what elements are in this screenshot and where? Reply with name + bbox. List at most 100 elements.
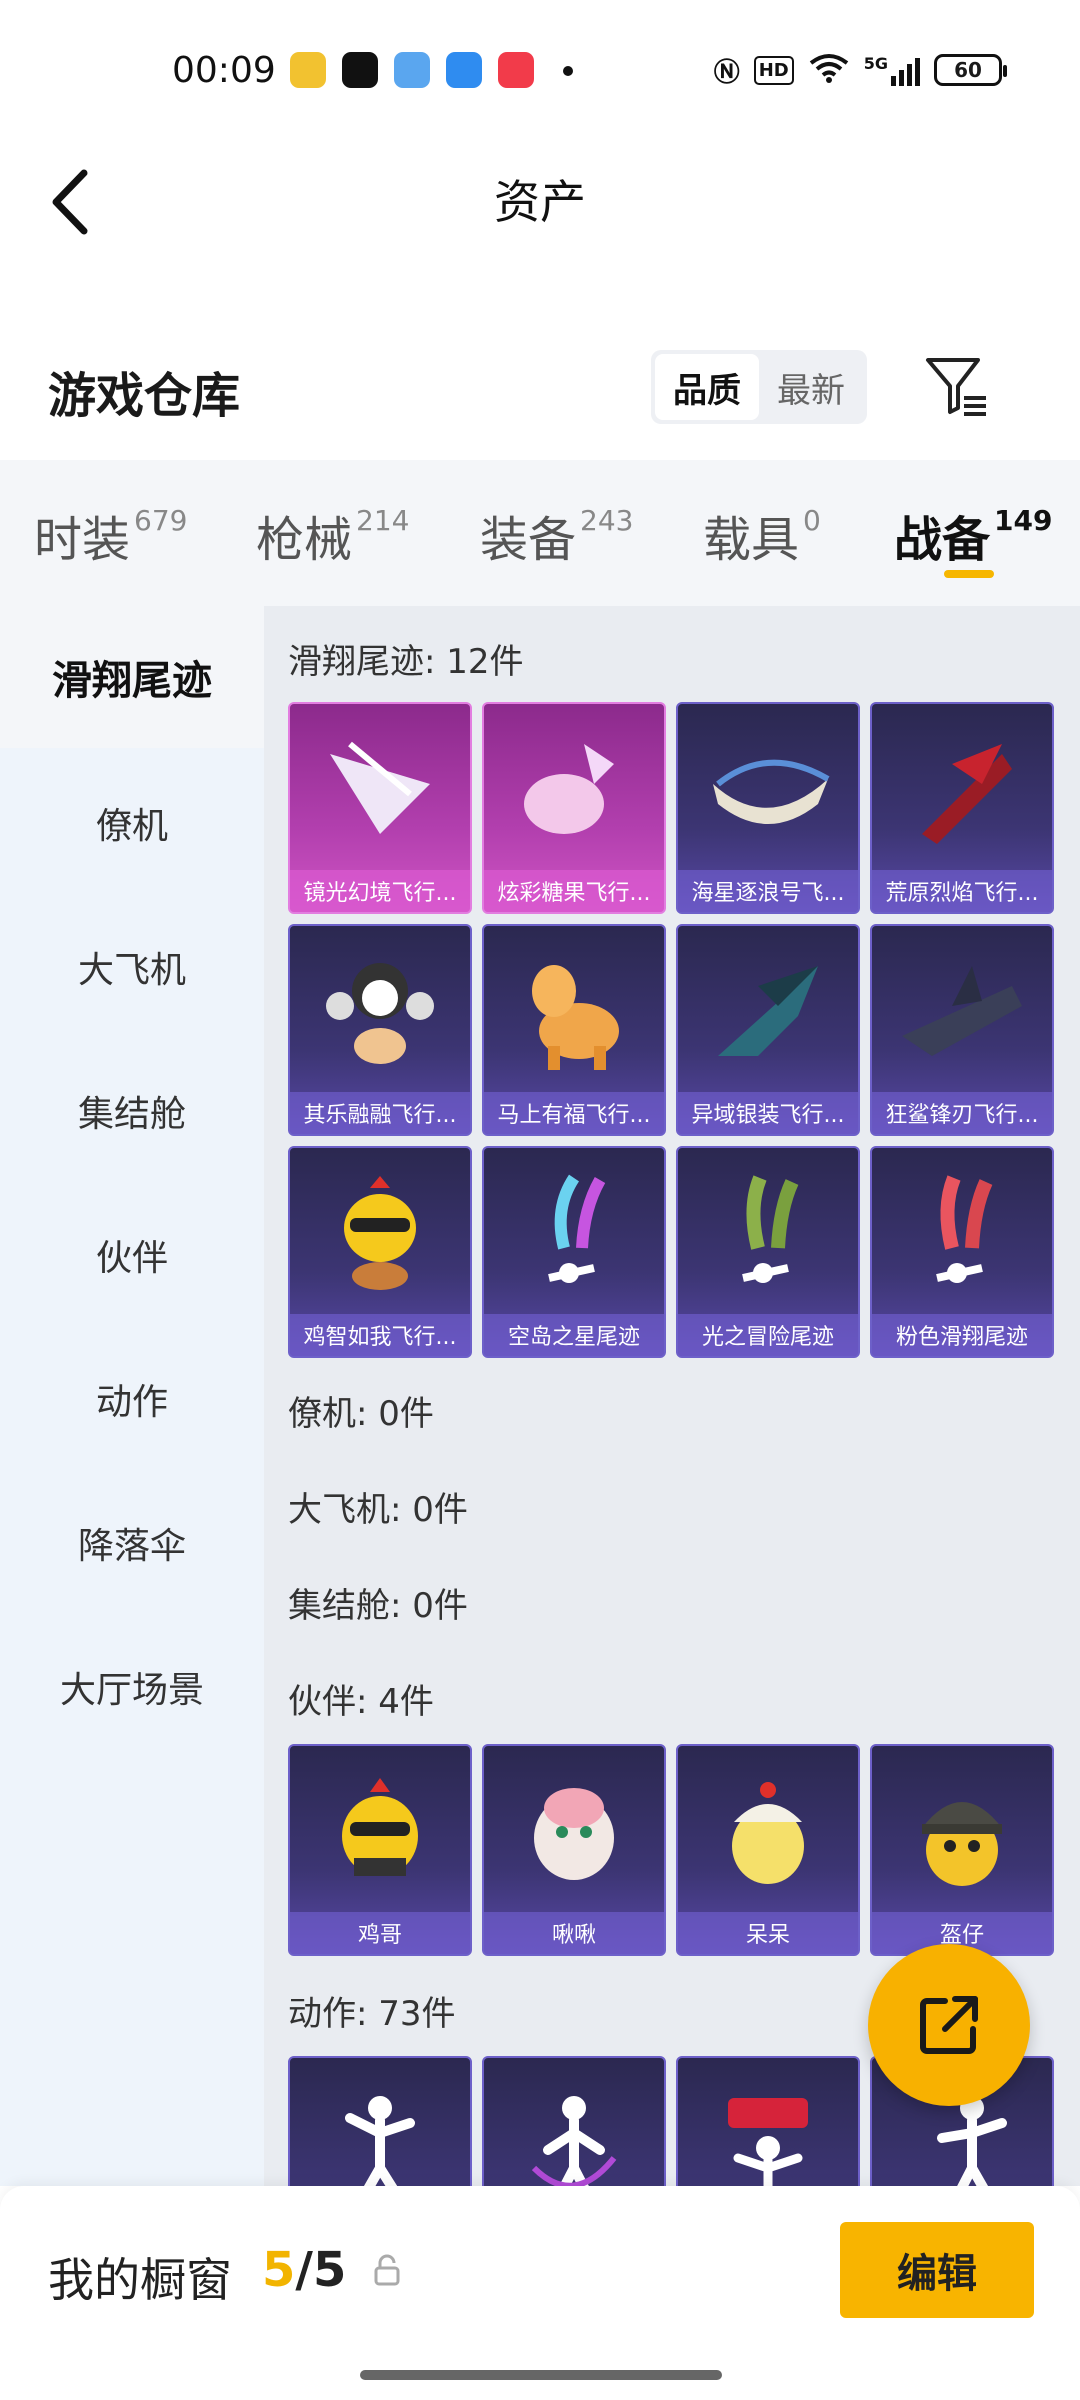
item-card[interactable]	[288, 2056, 472, 2186]
showcase-label: 我的橱窗	[48, 2253, 232, 2307]
item-image	[484, 1148, 664, 1318]
lock-icon	[372, 2254, 402, 2288]
tab-fashion[interactable]: 时装 679	[34, 500, 187, 570]
item-card[interactable]: 空岛之星尾迹	[482, 1146, 666, 1358]
item-image	[484, 704, 664, 874]
item-card[interactable]: 盔仔	[870, 1744, 1054, 1956]
item-card[interactable]: 荒原烈焰飞行...	[870, 702, 1054, 914]
item-card[interactable]: 鸡哥	[288, 1744, 472, 1956]
tab-vehicles[interactable]: 载具 0	[703, 500, 821, 570]
item-name: 海星逐浪号飞...	[678, 870, 858, 912]
sidebar-item-glide-trail[interactable]: 滑翔尾迹	[0, 606, 264, 748]
tab-equipment[interactable]: 装备 243	[480, 500, 633, 570]
item-card[interactable]: 炫彩糖果飞行...	[482, 702, 666, 914]
filter-icon	[926, 358, 986, 416]
item-image	[678, 2058, 858, 2186]
item-name: 其乐融融飞行...	[290, 1092, 470, 1134]
item-image	[678, 704, 858, 874]
item-card[interactable]: 海星逐浪号飞...	[676, 702, 860, 914]
active-tab-indicator	[944, 570, 994, 578]
sidebar-item-partner[interactable]: 伙伴	[0, 1184, 264, 1326]
section-title-wingman: 僚机: 0件	[288, 1394, 434, 1434]
item-name: 狂鲨锋刃飞行...	[872, 1092, 1052, 1134]
status-time: 00:09	[172, 50, 276, 91]
section-title-big-plane: 大飞机: 0件	[288, 1490, 468, 1530]
item-name: 镜光幻境飞行...	[290, 870, 470, 912]
item-card[interactable]: 异域银装飞行...	[676, 924, 860, 1136]
item-image	[872, 1148, 1052, 1318]
filter-button[interactable]	[922, 352, 992, 422]
item-name: 异域银装飞行...	[678, 1092, 858, 1134]
item-name: 空岛之星尾迹	[484, 1314, 664, 1356]
weather-notification-icon	[394, 52, 430, 88]
battery-icon: 60	[934, 54, 1007, 86]
item-image	[484, 926, 664, 1096]
item-card[interactable]	[482, 2056, 666, 2186]
music-notification-icon	[498, 52, 534, 88]
item-card[interactable]: 粉色滑翔尾迹	[870, 1146, 1054, 1358]
sidebar-item-pod[interactable]: 集结舱	[0, 1040, 264, 1182]
nfc-icon: Ⓝ	[713, 57, 740, 88]
share-icon	[920, 1996, 978, 2054]
sidebar: 滑翔尾迹 僚机 大飞机 集结舱 伙伴 动作 降落伞 大厅场景	[0, 606, 264, 2186]
item-name: 光之冒险尾迹	[678, 1314, 858, 1356]
wifi-icon	[808, 52, 850, 88]
item-card[interactable]: 鸡智如我飞行...	[288, 1146, 472, 1358]
sidebar-item-emote[interactable]: 动作	[0, 1328, 264, 1470]
item-card[interactable]: 光之冒险尾迹	[676, 1146, 860, 1358]
item-card[interactable]	[676, 2056, 860, 2186]
nav-bar: 资产	[0, 140, 1080, 270]
item-image	[484, 2058, 664, 2186]
item-image	[678, 926, 858, 1096]
item-card[interactable]: 其乐融融飞行...	[288, 924, 472, 1136]
item-card[interactable]: 马上有福飞行...	[482, 924, 666, 1136]
section-title-pod: 集结舱: 0件	[288, 1586, 468, 1626]
item-image	[290, 926, 470, 1096]
sort-toggle: 品质 最新	[651, 350, 867, 424]
item-card[interactable]: 狂鲨锋刃飞行...	[870, 924, 1054, 1136]
item-name: 鸡哥	[290, 1912, 470, 1954]
category-tabs: 时装 679 枪械 214 装备 243 载具 0 战备 149	[0, 460, 1080, 606]
item-card[interactable]: 呆呆	[676, 1744, 860, 1956]
home-indicator[interactable]	[360, 2370, 722, 2380]
section-title-partner: 伙伴: 4件	[288, 1682, 434, 1722]
sort-quality-button[interactable]: 品质	[655, 354, 759, 420]
warehouse-title: 游戏仓库	[48, 368, 241, 424]
item-name: 荒原烈焰飞行...	[872, 870, 1052, 912]
share-button[interactable]	[868, 1944, 1030, 2106]
item-image	[290, 704, 470, 874]
showcase-bar: 我的橱窗 5/5 编辑	[0, 2186, 1080, 2400]
sidebar-item-parachute[interactable]: 降落伞	[0, 1472, 264, 1614]
status-bar: 00:09 Ⓝ HD 5G 60	[0, 0, 1080, 140]
item-image	[290, 1148, 470, 1318]
tiktok-notification-icon	[342, 52, 378, 88]
edit-button[interactable]: 编辑	[840, 2222, 1034, 2318]
item-image	[872, 704, 1052, 874]
signal-icon: 5G	[864, 54, 920, 86]
item-name: 鸡智如我飞行...	[290, 1314, 470, 1356]
section-title-glide: 滑翔尾迹: 12件	[288, 642, 524, 682]
item-name: 马上有福飞行...	[484, 1092, 664, 1134]
more-notifications-icon	[563, 66, 573, 76]
item-image	[484, 1746, 664, 1916]
tab-guns[interactable]: 枪械 214	[256, 500, 409, 570]
page-title: 资产	[494, 175, 586, 229]
sidebar-item-lobby-scene[interactable]: 大厅场景	[0, 1616, 264, 1758]
item-name: 炫彩糖果飞行...	[484, 870, 664, 912]
app-notification-icon	[290, 52, 326, 88]
item-image	[678, 1148, 858, 1318]
section-title-emote: 动作: 73件	[288, 1994, 456, 2034]
item-image	[678, 1746, 858, 1916]
item-card[interactable]: 啾啾	[482, 1744, 666, 1956]
sidebar-item-big-plane[interactable]: 大飞机	[0, 896, 264, 1038]
calendar-notification-icon	[446, 52, 482, 88]
sidebar-item-wingman[interactable]: 僚机	[0, 752, 264, 894]
hd-icon: HD	[753, 55, 794, 85]
item-card[interactable]: 镜光幻境飞行...	[288, 702, 472, 914]
item-name: 啾啾	[484, 1912, 664, 1954]
tab-combat-gear[interactable]: 战备 149	[894, 500, 1052, 570]
sort-latest-button[interactable]: 最新	[759, 354, 863, 420]
showcase-count: 5/5	[262, 2242, 347, 2298]
item-image	[290, 2058, 470, 2186]
system-icons: Ⓝ HD 5G 60	[713, 50, 1007, 90]
